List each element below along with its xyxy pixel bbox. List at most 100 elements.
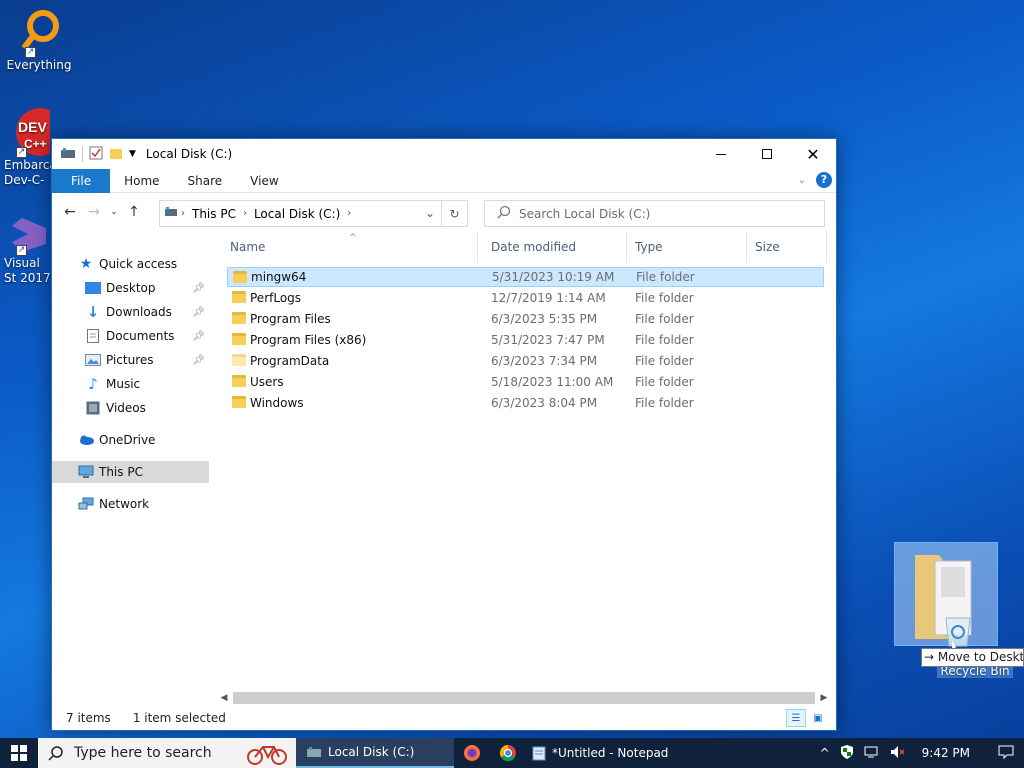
column-header-name[interactable]: Name bbox=[222, 231, 478, 263]
file-date: 6/3/2023 5:35 PM bbox=[491, 312, 598, 326]
file-name: mingw64 bbox=[251, 270, 307, 284]
show-hidden-icons-chevron-icon[interactable]: ^ bbox=[820, 746, 830, 760]
up-button[interactable]: ↑ bbox=[122, 200, 146, 224]
svg-text:DEV: DEV bbox=[18, 119, 47, 135]
help-icon[interactable]: ? bbox=[816, 172, 832, 188]
firefox-icon bbox=[464, 745, 480, 761]
expand-ribbon-chevron-icon[interactable]: ⌄ bbox=[798, 175, 806, 186]
folder-icon bbox=[233, 271, 247, 283]
breadcrumb-this-pc[interactable]: This PC bbox=[192, 207, 236, 221]
action-center-icon[interactable] bbox=[998, 745, 1014, 762]
sidebar-item-music[interactable]: ♪ Music bbox=[52, 373, 209, 395]
network-icon bbox=[78, 496, 94, 512]
taskbar-app-explorer[interactable]: Local Disk (C:) bbox=[296, 738, 454, 768]
volume-muted-icon[interactable] bbox=[890, 745, 906, 762]
new-folder-icon[interactable] bbox=[109, 146, 123, 163]
cloud-icon bbox=[78, 432, 94, 448]
file-explorer-window: ▼ Local Disk (C:) ✕ File Home Share View… bbox=[51, 138, 837, 731]
tab-view[interactable]: View bbox=[236, 169, 292, 193]
back-button[interactable]: ← bbox=[58, 200, 82, 224]
table-row[interactable]: Windows 6/3/2023 8:04 PM File folder bbox=[227, 393, 824, 413]
desktop-icon-visual-studio[interactable]: ↗ Visual St 2017 bbox=[0, 214, 52, 286]
breadcrumb-local-disk[interactable]: Local Disk (C:) bbox=[254, 207, 340, 221]
close-button[interactable]: ✕ bbox=[790, 139, 836, 169]
forward-button[interactable]: → bbox=[82, 200, 106, 224]
large-icons-view-button[interactable]: ▣ bbox=[808, 709, 828, 727]
properties-icon[interactable] bbox=[89, 146, 103, 163]
details-view-button[interactable]: ☰ bbox=[786, 709, 806, 727]
star-icon: ★ bbox=[79, 256, 93, 272]
table-row[interactable]: ProgramData 6/3/2023 7:34 PM File folder bbox=[227, 351, 824, 371]
desktop-icon-devcpp[interactable]: DEV C++ ↗ Embarca Dev-C- bbox=[0, 108, 52, 188]
sidebar-item-videos[interactable]: Videos bbox=[52, 397, 209, 419]
maximize-icon bbox=[762, 149, 772, 159]
tab-share[interactable]: Share bbox=[174, 169, 237, 193]
sidebar-item-label: OneDrive bbox=[99, 433, 156, 447]
table-row[interactable]: Program Files (x86) 5/31/2023 7:47 PM Fi… bbox=[227, 330, 824, 350]
sidebar-item-label: Quick access bbox=[99, 257, 178, 271]
sidebar-item-label: Pictures bbox=[106, 353, 154, 367]
desktop-icon-label: Everything bbox=[6, 58, 72, 72]
breadcrumb-separator-icon: › bbox=[242, 208, 247, 219]
file-type: File folder bbox=[635, 312, 694, 326]
taskbar-app-chrome[interactable] bbox=[490, 738, 526, 768]
scroll-left-icon[interactable]: ◀ bbox=[219, 693, 229, 703]
sidebar-item-documents[interactable]: Documents 📌︎ bbox=[52, 325, 209, 347]
desktop-icon-everything[interactable]: ↗ Everything bbox=[1, 8, 77, 72]
sidebar-item-onedrive[interactable]: OneDrive bbox=[52, 429, 209, 451]
sidebar-item-label: Downloads bbox=[106, 305, 172, 319]
file-date: 5/31/2023 10:19 AM bbox=[492, 270, 615, 284]
tab-file[interactable]: File bbox=[52, 168, 111, 193]
title-bar[interactable]: ▼ Local Disk (C:) ✕ bbox=[52, 139, 836, 169]
customize-toolbar-chevron-icon[interactable]: ▼ bbox=[129, 149, 136, 159]
network-tray-icon[interactable] bbox=[864, 745, 880, 762]
tab-home[interactable]: Home bbox=[110, 169, 173, 193]
search-box[interactable] bbox=[484, 200, 825, 227]
sidebar-item-downloads[interactable]: ↓ Downloads 📌︎ bbox=[52, 301, 209, 323]
recycle-bin-icon[interactable] bbox=[942, 612, 974, 648]
address-dropdown-icon[interactable]: ⌄ bbox=[425, 206, 435, 220]
details-view-icon: ☰ bbox=[791, 712, 801, 724]
column-header-type[interactable]: Type bbox=[627, 231, 747, 263]
table-row[interactable]: Program Files 6/3/2023 5:35 PM File fold… bbox=[227, 309, 824, 329]
sidebar-item-desktop[interactable]: Desktop 📌︎ bbox=[52, 277, 209, 299]
address-bar[interactable]: › This PC › Local Disk (C:) › ⌄ bbox=[159, 200, 442, 227]
table-row[interactable]: PerfLogs 12/7/2019 1:14 AM File folder bbox=[227, 288, 824, 308]
recent-locations-button[interactable]: ⌄ bbox=[106, 200, 122, 224]
ribbon-tabs: File Home Share View ⌄ ? bbox=[52, 168, 836, 193]
taskbar-app-firefox[interactable] bbox=[454, 738, 490, 768]
table-row[interactable]: Users 5/18/2023 11:00 AM File folder bbox=[227, 372, 824, 392]
security-shield-icon[interactable] bbox=[840, 744, 854, 763]
taskbar-search[interactable]: Type here to search bbox=[38, 738, 296, 768]
refresh-button[interactable]: ↻ bbox=[442, 200, 468, 227]
close-icon: ✕ bbox=[806, 144, 820, 164]
column-header-size[interactable]: Size bbox=[747, 231, 827, 263]
explorer-app-icon bbox=[60, 146, 76, 163]
scroll-right-icon[interactable]: ▶ bbox=[819, 693, 829, 703]
magnifier-icon: ↗ bbox=[19, 8, 59, 58]
sidebar-item-network[interactable]: Network bbox=[52, 493, 209, 515]
computer-icon bbox=[78, 464, 94, 480]
sidebar-item-quick-access[interactable]: ★ Quick access bbox=[52, 253, 209, 275]
column-header-date-modified[interactable]: Date modified bbox=[483, 231, 627, 263]
documents-icon bbox=[85, 328, 101, 344]
folder-icon bbox=[232, 291, 246, 303]
sidebar-item-pictures[interactable]: Pictures 📌︎ bbox=[52, 349, 209, 371]
clock-time[interactable]: 9:42 PM bbox=[922, 746, 970, 760]
shortcut-arrow-icon: ↗ bbox=[25, 47, 36, 58]
taskbar-app-notepad[interactable]: *Untitled - Notepad bbox=[526, 738, 684, 768]
scrollbar-thumb[interactable] bbox=[233, 692, 815, 704]
file-type: File folder bbox=[636, 270, 695, 284]
horizontal-scrollbar[interactable]: ◀ ▶ bbox=[219, 691, 829, 705]
file-type: File folder bbox=[635, 333, 694, 347]
drag-tooltip: → Move to Desktop bbox=[921, 648, 1024, 667]
minimize-button[interactable] bbox=[698, 139, 744, 169]
visual-studio-icon: ↗ bbox=[2, 214, 50, 256]
folder-icon bbox=[232, 396, 246, 408]
table-row[interactable]: mingw64 5/31/2023 10:19 AM File folder bbox=[227, 267, 824, 287]
sidebar-item-this-pc[interactable]: This PC bbox=[52, 461, 209, 483]
start-button[interactable] bbox=[0, 738, 38, 768]
window-title: Local Disk (C:) bbox=[145, 147, 233, 161]
maximize-button[interactable] bbox=[744, 139, 790, 169]
search-input[interactable] bbox=[519, 206, 799, 221]
